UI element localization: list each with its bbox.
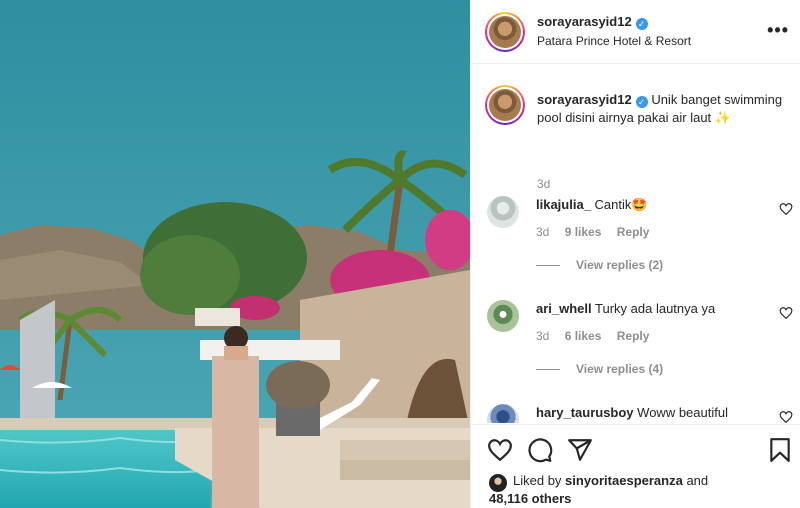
author-row: sorayarasyid12 ✓ xyxy=(537,14,648,30)
heart-icon[interactable] xyxy=(779,410,793,423)
comment-text: hary_taurusboy Woww beautiful xyxy=(536,404,761,422)
caption-avatar[interactable] xyxy=(485,85,525,125)
replies-divider xyxy=(536,369,560,371)
caption-username[interactable]: sorayarasyid12 xyxy=(537,92,632,107)
commenter-avatar[interactable] xyxy=(487,404,519,423)
liker-username[interactable]: sinyoritaesperanza xyxy=(565,473,683,488)
caption-time[interactable]: 3d xyxy=(537,177,550,191)
comment-meta: 3d 9 likes Reply xyxy=(536,225,661,239)
view-replies-label: View replies (2) xyxy=(576,258,664,272)
share-icon[interactable] xyxy=(567,437,593,463)
comments-list[interactable]: sorayarasyid12 ✓ Unik banget swimming poo… xyxy=(471,65,800,423)
replies-divider xyxy=(536,265,560,267)
post-header: sorayarasyid12 ✓ Patara Prince Hotel & Re… xyxy=(471,0,800,64)
verified-icon: ✓ xyxy=(635,18,648,30)
view-replies-label: View replies (4) xyxy=(576,362,664,376)
heart-icon[interactable] xyxy=(779,306,793,320)
view-replies-button[interactable]: View replies (2) xyxy=(536,258,663,272)
heart-icon[interactable] xyxy=(487,437,513,463)
commenter-username[interactable]: hary_taurusboy xyxy=(536,405,634,420)
liked-by-prefix: Liked by xyxy=(513,473,562,488)
comment-body: Cantik🤩 xyxy=(594,197,648,212)
liked-by-and: and xyxy=(686,473,709,488)
comment-meta: 3d 6 likes Reply xyxy=(536,329,661,343)
avatar[interactable] xyxy=(485,12,525,52)
view-replies-button[interactable]: View replies (4) xyxy=(536,362,663,376)
comment-likes[interactable]: 9 likes xyxy=(565,225,602,239)
author-username[interactable]: sorayarasyid12 xyxy=(537,14,632,29)
comment-time[interactable]: 3d xyxy=(536,225,549,239)
reply-button[interactable]: Reply xyxy=(617,225,650,239)
comment-time[interactable]: 3d xyxy=(536,329,549,343)
more-icon[interactable]: ••• xyxy=(767,20,789,41)
commenter-username[interactable]: likajulia_ xyxy=(536,197,591,212)
commenter-username[interactable]: ari_whell xyxy=(536,301,592,316)
comment-body: Woww beautiful xyxy=(637,405,728,420)
bookmark-icon[interactable] xyxy=(767,437,793,463)
post-actions: Liked by sinyoritaesperanza and 48,116 o… xyxy=(471,424,800,508)
comment-icon[interactable] xyxy=(527,437,553,463)
heart-icon[interactable] xyxy=(779,202,793,216)
comment-likes[interactable]: 6 likes xyxy=(565,329,602,343)
post-sidebar: sorayarasyid12 ✓ Patara Prince Hotel & Re… xyxy=(470,0,800,508)
comment-body: Turky ada lautnya ya xyxy=(595,301,716,316)
comment-text: ari_whell Turky ada lautnya ya xyxy=(536,300,761,318)
commenter-avatar[interactable] xyxy=(487,300,519,332)
commenter-avatar[interactable] xyxy=(487,196,519,228)
reply-button[interactable]: Reply xyxy=(617,329,650,343)
comment-text: likajulia_ Cantik🤩 xyxy=(536,196,761,214)
location-link[interactable]: Patara Prince Hotel & Resort xyxy=(537,34,691,48)
post-photo[interactable] xyxy=(0,0,470,508)
liked-by-line: Liked by sinyoritaesperanza and xyxy=(513,472,708,489)
likes-count[interactable]: 48,116 others xyxy=(489,490,571,507)
caption-text: sorayarasyid12 ✓ Unik banget swimming poo… xyxy=(537,91,787,127)
verified-icon: ✓ xyxy=(635,96,648,108)
